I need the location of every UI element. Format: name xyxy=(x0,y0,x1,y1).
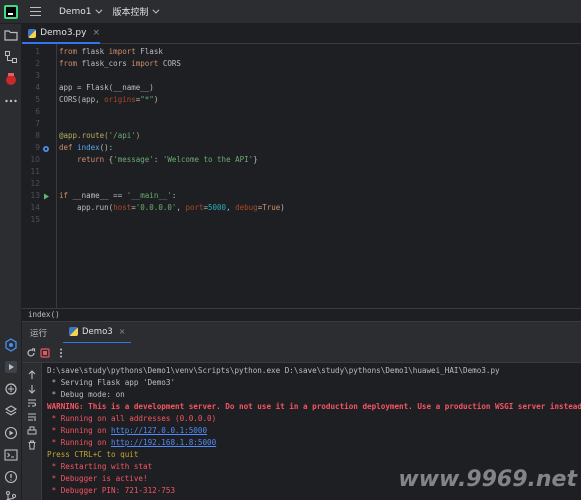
debug-run-icon[interactable] xyxy=(4,426,18,440)
chevron-down-icon xyxy=(95,6,103,14)
python-file-icon xyxy=(28,28,37,38)
console-line: * Serving Flask app 'Demo3' xyxy=(47,378,176,387)
chevron-down-icon xyxy=(152,6,160,14)
terminal-icon[interactable] xyxy=(4,448,18,462)
run-toolbar xyxy=(22,343,581,363)
layers-icon[interactable] xyxy=(4,404,18,418)
code-line: @app.route('/api') xyxy=(59,131,141,140)
line-number: 1 xyxy=(35,47,40,56)
line-number: 9 xyxy=(35,143,40,152)
stop-icon[interactable] xyxy=(40,348,50,358)
python-packages-icon[interactable] xyxy=(4,338,18,352)
left-toolbar xyxy=(0,24,22,500)
scroll-to-end-icon[interactable] xyxy=(27,412,37,422)
run-side-toolbar xyxy=(22,363,42,500)
console-link[interactable]: http://192.168.1.8:5000 xyxy=(111,438,216,447)
console-line: * Debugger PIN: 721-312-753 xyxy=(47,486,176,495)
watermark: www.9969.net xyxy=(398,467,577,492)
run-gutter-icon[interactable] xyxy=(43,193,50,200)
line-number: 4 xyxy=(35,83,40,92)
line-number: 15 xyxy=(30,215,40,224)
line-number: 6 xyxy=(35,107,40,116)
console-line: * Debugger is active! xyxy=(47,474,148,483)
trash-icon[interactable] xyxy=(27,440,37,450)
console-text: * Running on xyxy=(47,438,112,447)
editor-tabs: Demo3.py × xyxy=(22,24,581,44)
line-number: 10 xyxy=(30,155,40,164)
problems-icon[interactable] xyxy=(4,470,18,484)
run-panel-header: 运行 Demo3 × xyxy=(22,321,581,344)
console-line: * Restarting with stat xyxy=(47,462,153,471)
tab-label: Demo3.py xyxy=(40,28,87,38)
code-line: app.run(host='0.0.0.0', port=5000, debug… xyxy=(59,203,285,212)
arrow-down-icon[interactable] xyxy=(27,384,37,394)
console-line: D:\save\study\pythons\Demo1\venv\Scripts… xyxy=(47,366,500,375)
line-number: 14 xyxy=(30,203,40,212)
console-line: * Running on all addresses (0.0.0.0) xyxy=(47,414,217,423)
code-line: from flask_cors import CORS xyxy=(59,59,181,68)
more-vertical-icon[interactable] xyxy=(58,348,64,358)
folder-icon[interactable] xyxy=(4,28,18,42)
console-line: Press CTRL+C to quit xyxy=(47,450,139,459)
run-icon[interactable] xyxy=(4,360,18,374)
code-line: return {'message': 'Welcome to the API'} xyxy=(77,155,258,164)
soft-wrap-icon[interactable] xyxy=(27,398,37,408)
line-number: 5 xyxy=(35,95,40,104)
git-icon[interactable] xyxy=(4,490,18,500)
run-tab-label: Demo3 xyxy=(82,326,113,337)
structure-icon[interactable] xyxy=(4,50,18,64)
vcs-label: 版本控制 xyxy=(112,8,149,18)
arrow-up-icon[interactable] xyxy=(27,370,37,380)
code-editor[interactable]: from flask import Flask from flask_cors … xyxy=(57,44,581,308)
console-line: * Running on http://192.168.1.8:5000 xyxy=(47,437,217,449)
code-line: from flask import Flask xyxy=(59,47,163,56)
python-file-icon xyxy=(69,327,79,336)
print-icon[interactable] xyxy=(27,426,37,436)
line-number: 12 xyxy=(30,179,40,188)
title-bar: Demo1 版本控制 xyxy=(0,0,581,24)
tab-demo3-run[interactable]: Demo3 × xyxy=(63,322,132,344)
line-gutter: 1 2 3 4 5 6 7 8 9 10 11 12 13 14 15 xyxy=(22,44,57,308)
code-line: if __name__ == '__main__': xyxy=(59,191,177,200)
plugin-icon[interactable] xyxy=(4,72,18,86)
vcs-selector[interactable]: 版本控制 xyxy=(112,5,160,18)
close-icon[interactable]: × xyxy=(119,327,126,336)
console-warning-line: WARNING: This is a development server. D… xyxy=(47,402,581,411)
code-line: CORS(app, origins="*") xyxy=(59,95,159,104)
line-number: 8 xyxy=(35,131,40,140)
rerun-icon[interactable] xyxy=(26,348,36,358)
line-number: 11 xyxy=(30,167,40,176)
line-number: 7 xyxy=(35,119,40,128)
run-panel-label: 运行 xyxy=(30,328,48,339)
code-line: def index(): xyxy=(59,143,114,152)
line-number: 2 xyxy=(35,59,40,68)
console-text: * Running on xyxy=(47,426,112,435)
project-selector[interactable]: Demo1 xyxy=(59,6,103,17)
code-line: app = Flask(__name__) xyxy=(59,83,154,92)
line-number: 3 xyxy=(35,71,40,80)
more-icon[interactable] xyxy=(4,94,18,108)
console-line: * Running on http://127.0.0.1:5000 xyxy=(47,425,207,437)
app-logo-icon xyxy=(4,4,18,19)
main-menu-icon[interactable] xyxy=(30,7,41,16)
line-number: 13 xyxy=(30,191,40,200)
tab-demo3-py[interactable]: Demo3.py × xyxy=(22,24,100,44)
close-icon[interactable]: × xyxy=(92,28,100,38)
route-gutter-icon[interactable] xyxy=(42,145,50,153)
breadcrumb[interactable]: index() xyxy=(22,308,581,321)
console-line: * Debug mode: on xyxy=(47,390,125,399)
console-link[interactable]: http://127.0.0.1:5000 xyxy=(111,426,207,435)
services-icon[interactable] xyxy=(4,382,18,396)
project-name: Demo1 xyxy=(59,6,92,17)
